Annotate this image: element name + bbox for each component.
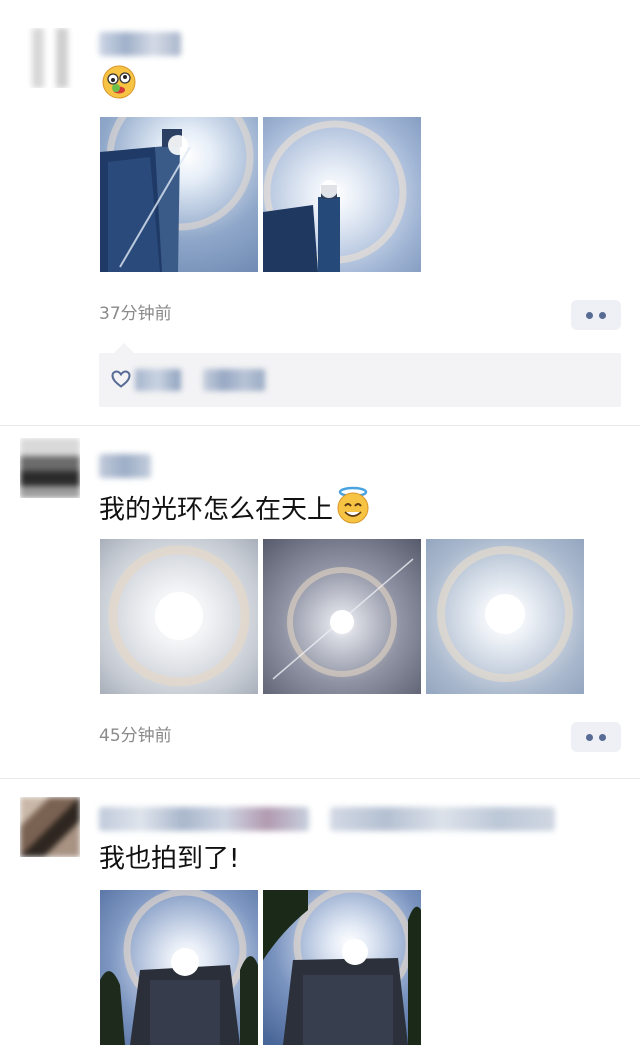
more-button[interactable] xyxy=(571,300,621,330)
zany-face-emoji xyxy=(101,64,137,110)
likes-section xyxy=(99,353,621,407)
liker-name[interactable] xyxy=(203,369,265,391)
post-time: 37分钟前 xyxy=(99,304,172,324)
heart-outline-icon xyxy=(111,370,131,392)
moment-post: 我的光环怎么在天上 45分钟前 xyxy=(0,426,640,778)
post-time: 45分钟前 xyxy=(99,726,172,746)
moment-post: 37分钟前 xyxy=(0,0,640,425)
building-halo-photo[interactable] xyxy=(263,890,421,1045)
smiling-face-with-halo-emoji xyxy=(335,486,371,534)
liker-name[interactable] xyxy=(135,369,181,391)
username-suffix xyxy=(330,807,555,831)
sun-halo-photo[interactable] xyxy=(263,539,421,694)
username[interactable] xyxy=(99,454,151,478)
more-button[interactable] xyxy=(571,722,621,752)
post-text xyxy=(99,64,137,110)
username[interactable] xyxy=(99,807,309,831)
avatar[interactable] xyxy=(20,797,80,857)
building-halo-photo[interactable] xyxy=(100,890,258,1045)
avatar[interactable] xyxy=(20,438,80,498)
moment-post: 我也拍到了! xyxy=(0,779,640,1060)
more-dots-icon xyxy=(586,733,593,741)
more-dots-icon xyxy=(586,311,593,319)
post-text: 我的光环怎么在天上 xyxy=(99,486,371,534)
username[interactable] xyxy=(99,32,181,56)
tower-halo-photo[interactable] xyxy=(100,117,258,272)
avatar[interactable] xyxy=(20,28,80,88)
sun-halo-photo[interactable] xyxy=(100,539,258,694)
post-text: 我也拍到了! xyxy=(99,844,240,874)
tower-halo-photo[interactable] xyxy=(263,117,421,272)
sun-halo-photo[interactable] xyxy=(426,539,584,694)
